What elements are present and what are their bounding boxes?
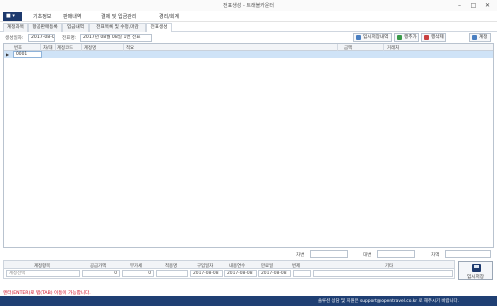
table-row[interactable]: ▶ 0001	[4, 51, 493, 58]
expiry-date-field[interactable]: 2017-08-08	[258, 270, 291, 277]
tab-voucher-list[interactable]: 전표목록 및 수정,마감	[89, 23, 146, 32]
window-title: 전표생성 - 트래블카운터	[223, 3, 274, 9]
tab-deposits[interactable]: 입금내역	[62, 23, 89, 32]
menu-bar: ■ ▾ 기초정보 판매내역 결제 및 입금관리 경리/회계	[0, 11, 497, 22]
add-row-button[interactable]: 행추가	[394, 33, 419, 42]
totals-bar: 차변 대변 차액	[0, 249, 497, 259]
number-field[interactable]	[293, 270, 311, 277]
debit-total-field	[310, 250, 348, 258]
vat-field[interactable]: 0	[122, 270, 154, 277]
title-bar: 전표생성 - 트래블카운터 – □ ✕	[0, 0, 497, 11]
tab-voucher-create[interactable]: 전표생성	[146, 23, 172, 32]
tab-accounts[interactable]: 계정과목	[3, 23, 28, 32]
row-pointer-icon: ▶	[6, 52, 10, 57]
voucher-name-field[interactable]: 2017년 08월 08일 1번 전표	[80, 34, 152, 42]
support-message: 솔루션 상담 및 지원은 support@opentravel.co.kr 로 …	[318, 299, 459, 304]
add-row-label: 행추가	[404, 35, 417, 40]
status-bar: 솔루션 상담 및 지원은 support@opentravel.co.kr 로 …	[0, 296, 497, 306]
menu-item-payment[interactable]: 결제 및 입금관리	[101, 13, 136, 20]
col-divider	[55, 44, 56, 51]
temp-saved-button[interactable]: 임시저장내역	[353, 33, 392, 42]
supply-amount-field[interactable]: 0	[82, 270, 120, 277]
row-number-cell[interactable]: 0001	[13, 51, 42, 58]
minus-icon	[424, 35, 429, 40]
account-button[interactable]: 계정	[469, 33, 491, 42]
menu-item-sales[interactable]: 판매내역	[63, 13, 81, 20]
voucher-name-label: 전표명:	[62, 36, 77, 41]
apply-name-select[interactable]	[156, 270, 188, 277]
col-divider	[337, 44, 338, 51]
debit-total-label: 차변	[296, 253, 305, 258]
date-label: 생성일자:	[5, 36, 24, 41]
close-button[interactable]: ✕	[481, 1, 494, 10]
col-divider	[81, 44, 82, 51]
temp-saved-label: 임시저장내역	[363, 35, 389, 40]
entry-header: 계정항목 공급가액 부가세 적용명 구입일자 내용연수 만료일 번제 기타	[3, 260, 455, 269]
tab-air-sales[interactable]: 항공판매등록	[28, 23, 62, 32]
menu-item-basic-info[interactable]: 기초정보	[33, 13, 51, 20]
credit-total-field	[377, 250, 415, 258]
plus-icon	[397, 35, 402, 40]
minimize-button[interactable]: –	[453, 1, 466, 10]
difference-field	[445, 250, 491, 258]
home-menu-button[interactable]: ■ ▾	[3, 12, 22, 21]
other-field[interactable]	[313, 270, 453, 277]
floppy-disk-icon	[472, 264, 481, 272]
maximize-button[interactable]: □	[467, 1, 480, 10]
difference-label: 차액	[431, 253, 440, 258]
purchase-date-field[interactable]: 2017-08-08	[190, 270, 223, 277]
col-divider	[123, 44, 124, 51]
voucher-grid[interactable]: 번호 차/대 계정코드 계정명 적요 금액 거래처 ▶ 0001	[3, 43, 494, 248]
toolbar: 생성일자: 2017-08-08 전표명: 2017년 08월 08일 1번 전…	[0, 32, 497, 43]
delete-row-button[interactable]: 행삭제	[421, 33, 446, 42]
account-select[interactable]: 계정선택	[6, 270, 80, 277]
col-divider	[383, 44, 384, 51]
account-icon	[472, 35, 477, 40]
temp-save-button[interactable]: 임시저장	[458, 261, 493, 280]
tab-bar: 계정과목 항공판매등록 입금내역 전표목록 및 수정,마감 전표생성	[0, 22, 497, 32]
grid-header: 번호 차/대 계정코드 계정명 적요 금액 거래처	[4, 44, 493, 51]
delete-row-label: 행삭제	[431, 35, 444, 40]
entry-row: 계정선택 0 0 2017-08-08 2017-08-08 2017-08-0…	[3, 269, 455, 279]
col-divider	[40, 44, 41, 51]
account-label: 계정	[479, 35, 488, 40]
credit-total-label: 대변	[363, 253, 372, 258]
list-icon	[356, 35, 361, 40]
menu-item-accounting[interactable]: 경리/회계	[159, 13, 179, 20]
temp-save-label: 임시저장	[467, 275, 484, 280]
date-field[interactable]: 2017-08-08	[28, 34, 55, 42]
useful-life-field[interactable]: 2017-08-08	[224, 270, 257, 277]
